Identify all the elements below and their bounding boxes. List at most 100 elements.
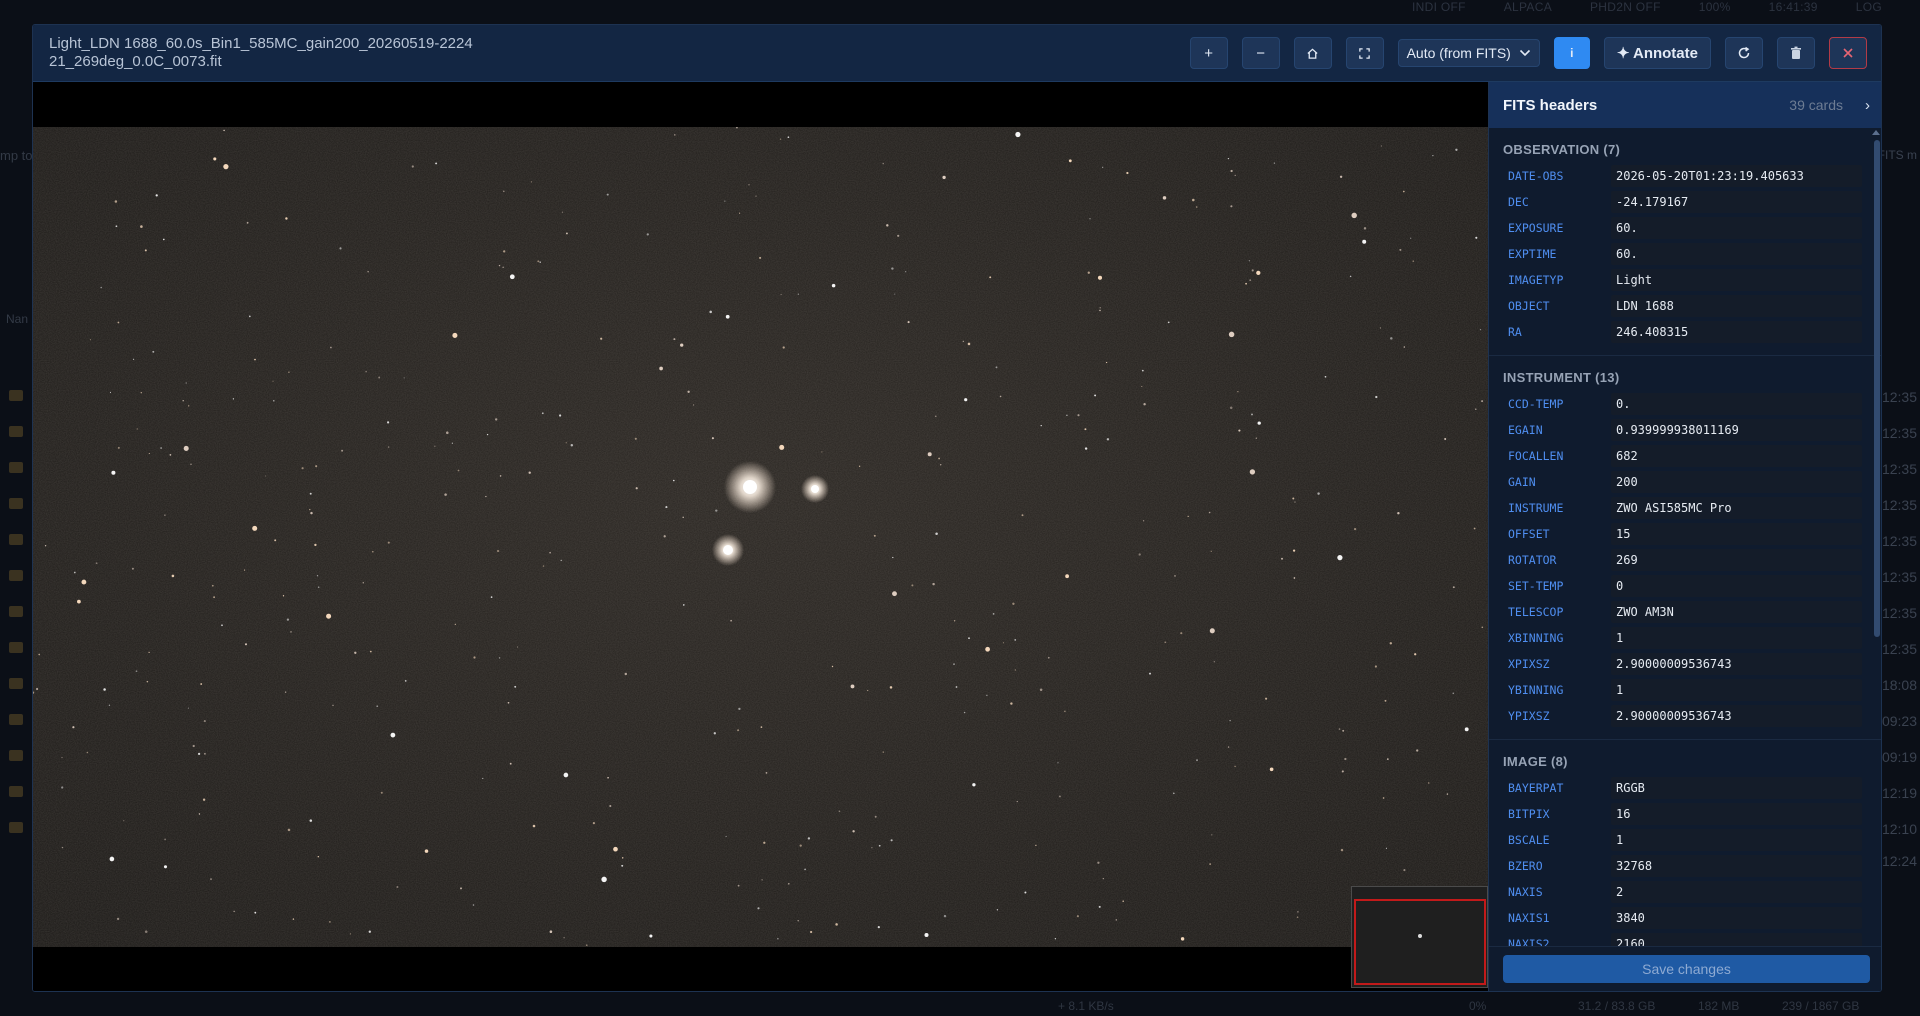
collapse-panel-icon[interactable]: › [1865,97,1870,114]
fits-value-field[interactable]: 15 [1611,523,1862,545]
scrollbar-thumb[interactable] [1874,140,1880,637]
clock: 16:41:39 [1768,0,1818,14]
fits-value-field[interactable]: -24.179167 [1611,191,1862,213]
fits-value-field[interactable]: 0.939999938011169 [1611,419,1862,441]
fits-value-field[interactable]: 2 [1611,881,1862,903]
star [329,921,331,923]
star [1230,205,1233,208]
star [100,286,103,289]
star [892,556,894,559]
timestamp: 12:35 [1881,533,1917,549]
star [198,813,201,815]
star [585,944,588,947]
fits-value-field[interactable]: Light [1611,269,1862,291]
fits-value-field[interactable]: 3840 [1611,907,1862,929]
fits-headers-list[interactable]: OBSERVATION (7) DATE-OBS 2026-05-20T01:23:… [1489,128,1881,946]
close-button[interactable] [1829,37,1867,69]
fits-value-field[interactable]: 246.408315 [1611,321,1862,343]
fits-value-field[interactable]: 16 [1611,803,1862,825]
star [528,471,531,474]
annotate-button[interactable]: ✦ Annotate [1603,37,1711,69]
home-button[interactable] [1293,37,1332,69]
fits-card-row: TELESCOP ZWO AM3N [1503,599,1862,625]
star [1057,762,1059,764]
fits-card-row: BZERO 32768 [1503,853,1862,879]
star [1211,834,1213,836]
fits-value-field[interactable]: 269 [1611,549,1862,571]
fits-value-field[interactable]: 32768 [1611,855,1862,877]
fits-value-field[interactable]: 0. [1611,393,1862,415]
minimap[interactable] [1351,886,1488,988]
fits-value-field[interactable]: 2026-05-20T01:23:19.405633 [1611,165,1862,187]
star [144,930,148,933]
star [1475,236,1478,239]
star [748,184,750,186]
fits-group-title: OBSERVATION (7) [1503,142,1621,157]
minimap-viewport-rect[interactable] [1354,899,1486,985]
folder-icon [9,390,23,401]
zoom-out-icon: − [1256,44,1265,62]
star [95,562,98,565]
fits-value-field[interactable]: 1 [1611,627,1862,649]
fits-card-row: NAXIS 2 [1503,879,1862,905]
star [953,620,956,622]
star [111,470,116,475]
save-changes-button[interactable]: Save changes [1503,955,1870,983]
star [185,382,187,384]
star [809,930,813,934]
minimap-star [1418,934,1422,938]
fits-key: EXPOSURE [1508,221,1564,235]
fits-key: XBINNING [1508,631,1564,645]
star [779,444,785,450]
fits-value-field[interactable]: ZWO ASI585MC Pro [1611,497,1862,519]
fits-value-field[interactable]: 0 [1611,575,1862,597]
star [378,376,381,379]
image-viewport[interactable] [33,82,1488,991]
star [787,136,790,139]
star [503,250,506,253]
zoom-in-button[interactable]: + [1189,37,1228,69]
star [140,225,143,228]
star [713,732,716,735]
star [1251,413,1253,416]
fits-value-field[interactable]: 2.90000009536743 [1611,653,1862,675]
fits-value-field[interactable]: RGGB [1611,777,1862,799]
fits-value-field[interactable]: ZWO AM3N [1611,601,1862,623]
star [739,212,741,214]
timestamp: 12:35 [1881,497,1917,513]
star [459,887,463,890]
star [1065,574,1069,579]
star [485,495,487,498]
refresh-button[interactable] [1725,37,1763,69]
fits-value-field[interactable]: 1 [1611,679,1862,701]
modal-header: Light_LDN 1688_60.0s_Bin1_585MC_gain200_… [33,25,1881,82]
zoom-out-button[interactable]: − [1241,37,1280,69]
star [1234,174,1236,176]
fullscreen-button[interactable] [1345,37,1384,69]
fits-value-field[interactable]: LDN 1688 [1611,295,1862,317]
scroll-up-icon[interactable] [1872,130,1880,135]
fits-key: BAYERPAT [1508,781,1564,795]
fits-value-field[interactable]: 1 [1611,829,1862,851]
star [1428,782,1430,784]
star [273,400,275,402]
fits-value-field[interactable]: 682 [1611,445,1862,467]
fits-value-field[interactable]: 200 [1611,471,1862,493]
star [486,433,489,436]
star [797,293,800,295]
fits-card-row: GAIN 200 [1503,469,1862,495]
fits-value-field[interactable]: 60. [1611,217,1862,239]
fits-value-field[interactable]: 2160 [1611,933,1862,946]
fits-value-field[interactable]: 60. [1611,243,1862,265]
delete-button[interactable] [1777,37,1815,69]
star [797,919,799,922]
star [197,752,201,756]
fits-group: INSTRUMENT (13) CCD-TEMP 0. EGAIN 0.93999993… [1489,356,1881,740]
info-button[interactable]: i [1553,37,1590,69]
stretch-select[interactable]: Auto (from FITS) [1397,39,1540,67]
star [36,687,39,691]
fits-value-field[interactable]: 2.90000009536743 [1611,705,1862,727]
star [992,613,995,615]
star [858,465,861,467]
star [1187,515,1189,518]
